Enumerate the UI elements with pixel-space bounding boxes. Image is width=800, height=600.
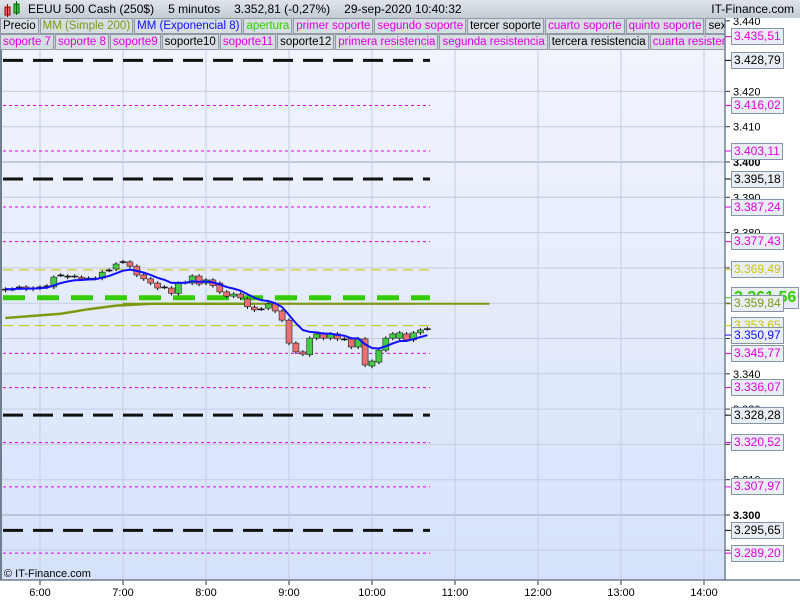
candle-bullish — [306, 337, 314, 356]
candle-bearish — [285, 319, 293, 344]
candle-bullish — [368, 360, 376, 367]
price-label: 3.416,02 — [731, 96, 784, 114]
candle-bearish — [78, 276, 85, 280]
candle-bullish — [161, 286, 168, 289]
candle-bullish — [258, 308, 265, 311]
price-label: 3.395,18 — [731, 170, 784, 188]
price-chart[interactable]: 3.4403.4203.4103.4003.3903.3803.3703.360… — [0, 18, 800, 600]
candle-bullish — [396, 332, 403, 339]
price-label: 3.428,79 — [731, 51, 784, 69]
candle-bearish — [140, 274, 148, 280]
candle-bearish — [292, 342, 300, 353]
candle-bearish — [251, 306, 258, 311]
x-tick-label: 14:00 — [690, 587, 718, 599]
x-tick-label: 12:00 — [524, 587, 552, 599]
candle-bearish — [347, 338, 355, 348]
x-tick-label: 13:00 — [607, 587, 635, 599]
x-tick-label: 8:00 — [195, 587, 216, 599]
price-label: 3.336,07 — [731, 379, 784, 397]
candle-bullish — [313, 333, 320, 339]
price-label: 3.377,43 — [731, 233, 784, 251]
y-tick-label: 3.300 — [733, 510, 761, 522]
candle-bullish — [71, 275, 78, 278]
brand-logo[interactable]: IT-Finance.com — [711, 2, 794, 16]
price-label: 3.403,11 — [731, 142, 783, 160]
price-label: 3.307,97 — [731, 478, 784, 496]
candle-bullish — [230, 293, 237, 297]
price-label: 3.369,49 — [731, 261, 784, 279]
price-label: 3.387,24 — [731, 198, 784, 216]
x-tick-label: 6:00 — [29, 587, 50, 599]
candle-bullish — [175, 282, 182, 294]
candle-bullish — [57, 274, 65, 277]
y-tick-label: 3.410 — [733, 122, 761, 134]
last-price: 3.352,81 (-0,27%) — [234, 2, 331, 16]
price-label: 3.345,77 — [731, 344, 784, 362]
instrument-name: EEUU 500 Cash (250$) — [28, 2, 155, 16]
price-label: 3.350,97 — [731, 326, 784, 344]
x-tick-label: 10:00 — [358, 587, 386, 599]
candle-bullish — [264, 303, 272, 309]
candle-bearish — [278, 310, 286, 321]
candle-bearish — [403, 333, 410, 341]
candle-bearish — [154, 282, 161, 289]
copyright: © IT-Finance.com — [4, 568, 91, 580]
candle-bullish — [105, 269, 113, 272]
price-label: 3.289,20 — [731, 544, 784, 562]
candle-bullish — [389, 333, 397, 339]
candle-bullish — [424, 328, 431, 330]
price-label: 3.435,51 — [731, 28, 784, 46]
x-tick-label: 9:00 — [278, 587, 299, 599]
candle-bearish — [168, 287, 175, 294]
timeframe[interactable]: 5 minutos — [168, 2, 220, 16]
y-tick-label: 3.440 — [733, 18, 761, 28]
candle-bearish — [244, 298, 251, 308]
candle-bearish — [126, 261, 134, 267]
price-label: 3.295,65 — [731, 521, 784, 539]
price-label: 3.359,84 — [731, 295, 784, 313]
datetime: 29-sep-2020 10:40:32 — [344, 2, 462, 16]
x-tick-label: 7:00 — [112, 587, 133, 599]
candle-bullish — [112, 263, 120, 270]
candle-bearish — [223, 291, 231, 297]
candle-bullish — [119, 261, 127, 263]
candle-bullish — [382, 337, 390, 351]
price-label: 3.328,28 — [731, 406, 784, 424]
candle-bearish — [299, 351, 307, 355]
candle-bullish — [375, 349, 383, 363]
plot-background — [0, 50, 725, 580]
candle-bullish — [64, 275, 71, 278]
candle-bullish — [341, 338, 348, 341]
candle-bearish — [237, 293, 244, 299]
candlestick-icon — [4, 1, 20, 17]
price-label: 3.320,52 — [731, 434, 784, 452]
candle-bearish — [147, 278, 154, 284]
title-bar: EEUU 500 Cash (250$) 5 minutos 3.352,81 … — [0, 0, 800, 18]
candle-bullish — [417, 329, 424, 334]
x-tick-label: 11:00 — [442, 587, 469, 599]
